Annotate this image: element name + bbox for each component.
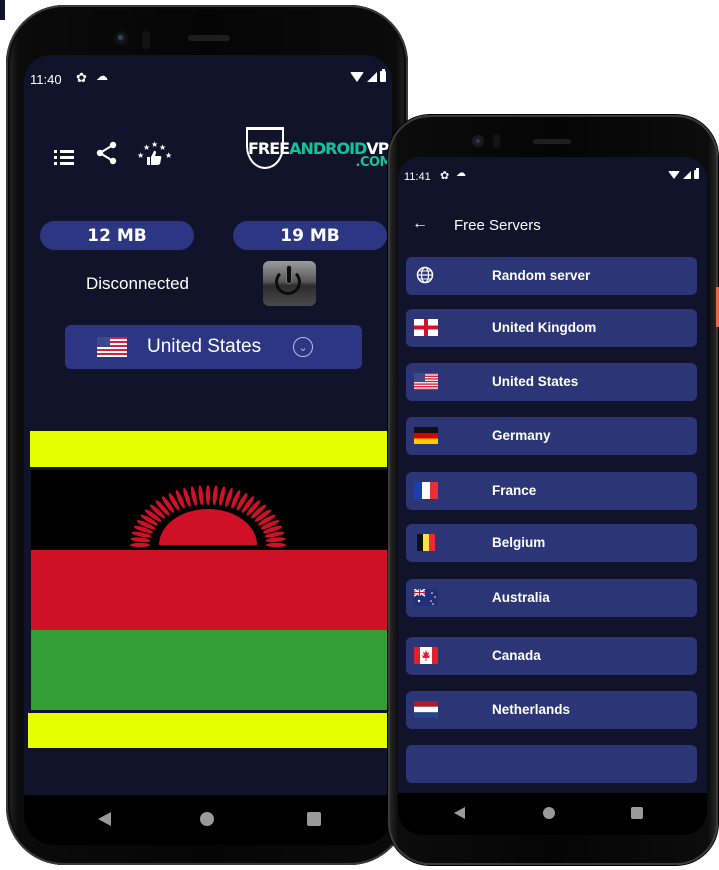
chevron-down-circle-icon: ⌄ bbox=[293, 337, 314, 357]
download-traffic-badge: 12 MB bbox=[40, 221, 194, 250]
server-name: Belgium bbox=[492, 535, 546, 550]
server-name: Netherlands bbox=[492, 702, 571, 717]
wifi-icon bbox=[350, 71, 364, 82]
flag-stripe-green bbox=[31, 630, 392, 710]
flag-stripe-yellow-top bbox=[30, 431, 392, 467]
main-phone-frame: 11:40 ✿ ☁ ★ ★ ★ ★ ★ FREEANDROIDVP .COM 1… bbox=[6, 5, 408, 865]
signal-icon bbox=[367, 71, 377, 82]
status-time: 11:41 bbox=[404, 171, 431, 183]
servers-header: ← Free Servers bbox=[398, 211, 707, 241]
server-name: Random server bbox=[492, 268, 591, 283]
page-title: Free Servers bbox=[454, 217, 541, 234]
flag-stripe-red bbox=[31, 550, 392, 630]
server-list-item[interactable]: Random server bbox=[406, 257, 697, 295]
connect-power-button[interactable] bbox=[263, 261, 316, 306]
proximity-sensor bbox=[493, 134, 500, 148]
upload-traffic-badge: 19 MB bbox=[233, 221, 387, 250]
server-name: Australia bbox=[492, 590, 550, 605]
status-bar: 11:41 ✿ ☁ bbox=[398, 157, 707, 197]
nav-recents-icon[interactable] bbox=[631, 807, 643, 819]
battery-icon bbox=[694, 168, 699, 179]
status-right-icons bbox=[668, 168, 699, 179]
connection-status: Disconnected bbox=[86, 274, 190, 293]
servers-screen: 11:41 ✿ ☁ ← Free Servers Random server Un… bbox=[398, 157, 707, 835]
sun-ray bbox=[190, 486, 197, 506]
svg-text:★: ★ bbox=[151, 140, 158, 149]
app-logo: FREEANDROIDVPN .COM bbox=[246, 127, 392, 177]
server-list-item[interactable]: Canada bbox=[406, 637, 697, 675]
nav-home-icon[interactable] bbox=[543, 807, 555, 819]
earpiece-speaker bbox=[188, 35, 230, 41]
country-flag-image bbox=[24, 431, 392, 749]
arrow-left-icon[interactable]: ← bbox=[412, 215, 428, 233]
gear-icon: ✿ bbox=[76, 70, 87, 85]
sun-ray bbox=[198, 485, 204, 506]
earpiece-speaker bbox=[533, 139, 571, 144]
server-list-item[interactable]: United Kingdom bbox=[406, 309, 697, 347]
server-name: Canada bbox=[492, 648, 541, 663]
server-list-item[interactable]: Australia bbox=[406, 579, 697, 617]
svg-text:★: ★ bbox=[165, 151, 172, 160]
sun-ray bbox=[130, 542, 150, 548]
battery-icon bbox=[380, 69, 386, 82]
nav-back-icon[interactable] bbox=[454, 807, 465, 819]
server-list-item[interactable]: Belgium bbox=[406, 524, 697, 562]
us-flag-icon bbox=[97, 337, 127, 357]
wifi-icon bbox=[668, 170, 680, 179]
rising-sun-icon bbox=[130, 485, 286, 548]
sun-ray bbox=[266, 542, 286, 548]
server-list-item[interactable]: United States bbox=[406, 363, 697, 401]
cloud-icon: ☁ bbox=[96, 69, 108, 83]
front-camera-icon bbox=[114, 31, 128, 45]
gear-icon: ✿ bbox=[440, 170, 450, 182]
front-camera-icon bbox=[472, 135, 484, 147]
country-selector[interactable]: United States ⌄ bbox=[65, 325, 362, 369]
server-list-item[interactable]: France bbox=[406, 472, 697, 510]
system-nav-bar bbox=[24, 795, 392, 845]
proximity-sensor bbox=[142, 31, 150, 49]
menu-list-icon[interactable] bbox=[54, 147, 74, 168]
server-list-item-partial[interactable] bbox=[406, 745, 697, 783]
nav-home-icon[interactable] bbox=[200, 812, 214, 826]
servers-phone-frame: 11:41 ✿ ☁ ← Free Servers Random server Un… bbox=[388, 115, 718, 865]
server-name: United States bbox=[492, 374, 579, 389]
system-nav-bar bbox=[398, 793, 707, 835]
server-name: France bbox=[492, 483, 537, 498]
svg-text:★: ★ bbox=[137, 151, 144, 160]
sun-half-disc bbox=[159, 509, 257, 545]
sun-ray bbox=[205, 485, 211, 505]
nav-back-icon[interactable] bbox=[98, 812, 111, 826]
server-list-item[interactable]: Germany bbox=[406, 417, 697, 455]
sun-ray bbox=[219, 486, 226, 506]
status-right-icons bbox=[350, 69, 386, 82]
main-screen: 11:40 ✿ ☁ ★ ★ ★ ★ ★ FREEANDROIDVP .COM 1… bbox=[24, 55, 392, 845]
logo-suffix: .COM bbox=[355, 155, 392, 170]
corner-mark bbox=[0, 0, 5, 20]
server-list-item[interactable]: Netherlands bbox=[406, 691, 697, 729]
status-bar: 11:40 ✿ ☁ bbox=[24, 55, 392, 95]
sun-ray bbox=[212, 485, 218, 506]
server-name: Germany bbox=[492, 428, 551, 443]
flag-stripe-yellow-bottom bbox=[28, 713, 390, 748]
cloud-icon: ☁ bbox=[456, 168, 466, 179]
signal-icon bbox=[683, 170, 691, 179]
share-icon[interactable] bbox=[96, 141, 118, 170]
status-time: 11:40 bbox=[30, 72, 62, 87]
flag-stripe-black bbox=[31, 470, 392, 550]
rate-thumbs-up-stars-icon[interactable]: ★ ★ ★ ★ ★ bbox=[136, 139, 174, 174]
nav-recents-icon[interactable] bbox=[307, 812, 321, 826]
server-name: United Kingdom bbox=[492, 320, 597, 335]
selected-country-name: United States bbox=[147, 336, 262, 357]
